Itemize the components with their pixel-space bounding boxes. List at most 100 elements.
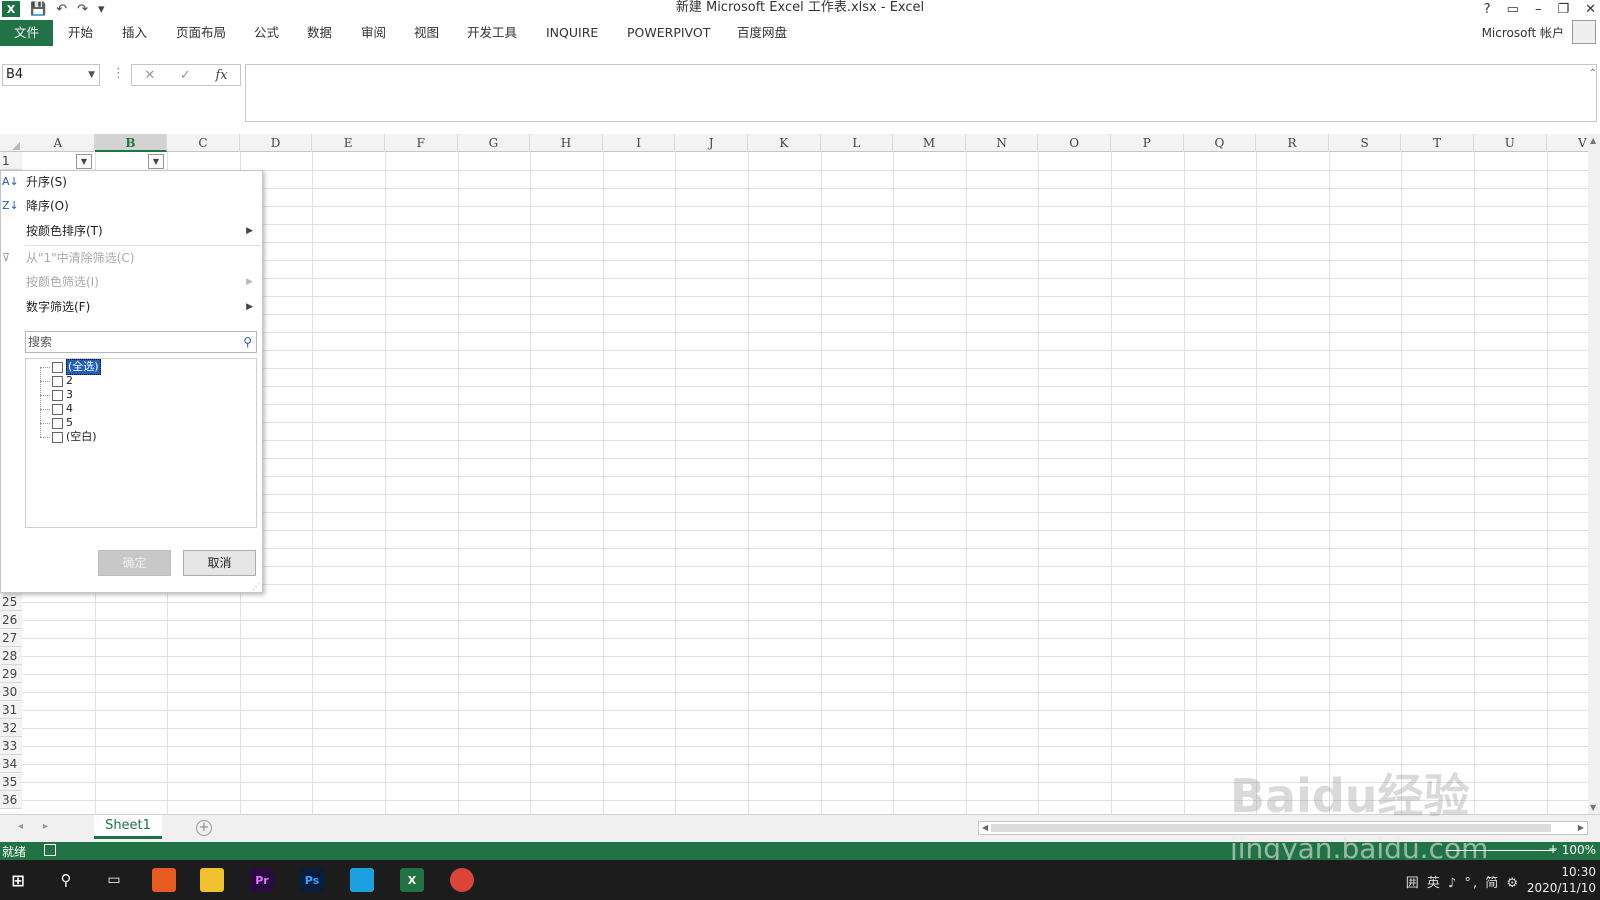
column-header-u[interactable]: U: [1474, 134, 1547, 152]
minimize-icon[interactable]: –: [1535, 2, 1542, 17]
column-header-g[interactable]: G: [458, 134, 531, 152]
tab-developer[interactable]: 开发工具: [467, 20, 517, 46]
column-header-p[interactable]: P: [1111, 134, 1184, 152]
column-header-d[interactable]: D: [240, 134, 313, 152]
number-filter-item[interactable]: 数字筛选(F) ▶: [1, 296, 261, 318]
column-header-e[interactable]: E: [312, 134, 385, 152]
formula-bar-splitter-icon[interactable]: ⋮: [112, 66, 125, 81]
task-view-icon[interactable]: ▭: [102, 868, 126, 892]
premiere-icon[interactable]: Pr: [250, 868, 274, 892]
chrome-icon[interactable]: [450, 868, 474, 892]
search-icon[interactable]: ⚲: [54, 868, 78, 892]
row-header[interactable]: 27: [0, 629, 22, 647]
sheet-nav-arrows-icon[interactable]: ◂▸: [18, 821, 68, 832]
row-header[interactable]: 34: [0, 755, 22, 773]
row-header[interactable]: 28: [0, 647, 22, 665]
checkbox[interactable]: [52, 375, 63, 387]
cancel-button[interactable]: 取消: [183, 550, 256, 576]
row-header[interactable]: 33: [0, 737, 22, 755]
checkbox[interactable]: [52, 431, 63, 443]
checkbox[interactable]: [52, 389, 63, 401]
tab-inquire[interactable]: INQUIRE: [546, 20, 598, 46]
restore-icon[interactable]: ❐: [1557, 2, 1569, 17]
tab-baidu-netdisk[interactable]: 百度网盘: [737, 20, 787, 46]
filter-dropdown-button-b[interactable]: ▼: [148, 154, 164, 169]
excel-taskbar-icon[interactable]: X: [400, 868, 424, 892]
column-header-t[interactable]: T: [1401, 134, 1474, 152]
insert-function-icon[interactable]: fx: [215, 68, 227, 83]
help-icon[interactable]: ?: [1484, 2, 1491, 17]
list-item[interactable]: (空白): [52, 430, 97, 444]
column-header-i[interactable]: I: [603, 134, 676, 152]
row-header[interactable]: 26: [0, 611, 22, 629]
name-box[interactable]: B4 ▼: [2, 64, 100, 86]
tab-review[interactable]: 审阅: [361, 20, 386, 46]
chevron-down-icon[interactable]: ▼: [88, 65, 95, 85]
select-all-corner[interactable]: [0, 134, 22, 152]
scroll-right-icon[interactable]: ▶: [1578, 823, 1584, 832]
cancel-icon[interactable]: ✕: [144, 68, 155, 83]
sort-by-color-item[interactable]: 按颜色排序(T) ▶: [1, 220, 261, 242]
row-header[interactable]: 25: [0, 593, 22, 611]
tab-insert[interactable]: 插入: [122, 20, 147, 46]
tab-view[interactable]: 视图: [414, 20, 439, 46]
row-header[interactable]: 1: [0, 152, 22, 170]
zoom-in-icon[interactable]: +: [1548, 842, 1558, 856]
tab-home[interactable]: 开始: [68, 20, 93, 46]
column-header-a[interactable]: A: [22, 134, 95, 152]
checkbox[interactable]: [52, 403, 63, 415]
column-header-n[interactable]: N: [966, 134, 1039, 152]
column-header-v[interactable]: V: [1547, 134, 1588, 152]
column-header-r[interactable]: R: [1256, 134, 1329, 152]
calendar-app-icon[interactable]: [152, 868, 176, 892]
tab-formulas[interactable]: 公式: [254, 20, 279, 46]
system-tray[interactable]: 囲 英 ♪ °, 简 ⚙: [1406, 872, 1520, 891]
scroll-left-icon[interactable]: ◀: [982, 823, 988, 832]
sort-ascending-item[interactable]: A↓ 升序(S): [1, 171, 261, 193]
column-header-s[interactable]: S: [1329, 134, 1402, 152]
vertical-scrollbar[interactable]: ▲ ▼: [1588, 134, 1600, 814]
tab-sheet1[interactable]: Sheet1: [94, 815, 162, 839]
column-header-f[interactable]: F: [385, 134, 458, 152]
column-header-b[interactable]: B: [94, 134, 168, 152]
add-sheet-icon[interactable]: +: [196, 820, 212, 836]
scroll-up-icon[interactable]: ▲: [1590, 136, 1596, 145]
ribbon-display-options-icon[interactable]: ▭: [1507, 2, 1519, 17]
column-header-o[interactable]: O: [1038, 134, 1111, 152]
column-header-h[interactable]: H: [530, 134, 603, 152]
zoom-level[interactable]: 100%: [1562, 843, 1596, 857]
tab-data[interactable]: 数据: [307, 20, 332, 46]
list-item[interactable]: 2: [52, 374, 73, 388]
column-header-c[interactable]: C: [167, 134, 240, 152]
ok-button[interactable]: 确定: [98, 550, 171, 576]
row-header[interactable]: 36: [0, 791, 22, 809]
windows-start-icon[interactable]: ⊞: [6, 868, 30, 892]
list-item[interactable]: (全选): [52, 359, 101, 375]
close-icon[interactable]: ✕: [1585, 2, 1596, 17]
column-header-l[interactable]: L: [821, 134, 894, 152]
column-header-k[interactable]: K: [748, 134, 821, 152]
sort-descending-item[interactable]: Z↓ 降序(O): [1, 195, 261, 217]
collapse-formula-bar-icon[interactable]: ⌃: [1589, 68, 1597, 79]
list-item[interactable]: 5: [52, 416, 73, 430]
filter-search-input[interactable]: 搜索 ⚲: [25, 331, 257, 353]
macro-record-icon[interactable]: [44, 844, 56, 856]
row-header[interactable]: 30: [0, 683, 22, 701]
clock[interactable]: 10:30 2020/11/10: [1527, 864, 1596, 896]
formula-input[interactable]: [245, 64, 1597, 122]
resize-grip-icon[interactable]: ⋰: [252, 582, 260, 591]
filter-value-list[interactable]: (全选) 2 3 4 5 (空白): [25, 358, 257, 528]
tab-powerpivot[interactable]: POWERPIVOT: [627, 20, 710, 46]
tab-page-layout[interactable]: 页面布局: [176, 20, 226, 46]
photoshop-icon[interactable]: Ps: [300, 868, 324, 892]
row-header[interactable]: 29: [0, 665, 22, 683]
filter-dropdown-button-a[interactable]: ▼: [76, 154, 92, 169]
file-explorer-icon[interactable]: [200, 868, 224, 892]
list-item[interactable]: 3: [52, 388, 73, 402]
row-header[interactable]: 32: [0, 719, 22, 737]
column-header-q[interactable]: Q: [1184, 134, 1257, 152]
row-header[interactable]: 35: [0, 773, 22, 791]
column-header-j[interactable]: J: [675, 134, 748, 152]
store-app-icon[interactable]: [350, 868, 374, 892]
scroll-down-icon[interactable]: ▼: [1590, 803, 1596, 812]
